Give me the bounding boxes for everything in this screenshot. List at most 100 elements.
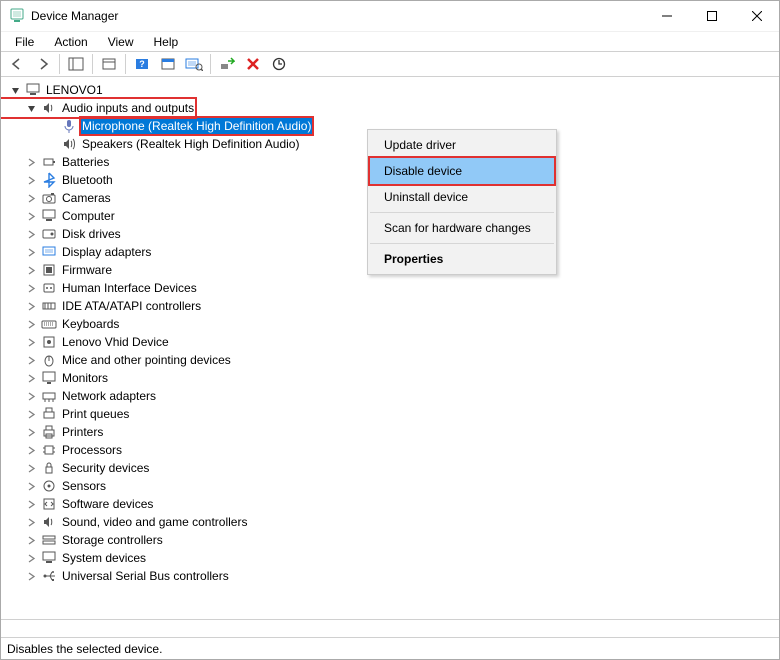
chevron-right-icon[interactable] xyxy=(25,498,37,510)
tree-item[interactable]: IDE ATA/ATAPI controllers xyxy=(1,297,779,315)
chevron-right-icon[interactable] xyxy=(25,408,37,420)
tree-item[interactable]: Print queues xyxy=(1,405,779,423)
tree-item[interactable]: Sensors xyxy=(1,477,779,495)
tree-item-label: Print queues xyxy=(61,406,130,422)
tree-root[interactable]: LENOVO1 xyxy=(1,81,779,99)
chevron-right-icon[interactable] xyxy=(25,480,37,492)
chevron-right-icon[interactable] xyxy=(25,174,37,186)
tree-item-label: Universal Serial Bus controllers xyxy=(61,568,230,584)
menu-action[interactable]: Action xyxy=(46,33,95,51)
chevron-right-icon[interactable] xyxy=(25,552,37,564)
tree-item[interactable]: Processors xyxy=(1,441,779,459)
svg-text:?: ? xyxy=(139,59,145,69)
properties-button[interactable] xyxy=(97,53,121,75)
tree-item-label: Display adapters xyxy=(61,244,152,260)
device-icon xyxy=(41,298,57,314)
chevron-right-icon[interactable] xyxy=(25,210,37,222)
statusbar: Disables the selected device. xyxy=(1,637,779,659)
chevron-right-icon[interactable] xyxy=(25,534,37,546)
menubar: File Action View Help xyxy=(1,31,779,51)
audio-icon xyxy=(41,100,57,116)
chevron-right-icon[interactable] xyxy=(25,462,37,474)
status-text: Disables the selected device. xyxy=(7,642,162,656)
tree-item[interactable]: Monitors xyxy=(1,369,779,387)
chevron-down-icon[interactable] xyxy=(25,102,37,114)
tree-item[interactable]: Storage controllers xyxy=(1,531,779,549)
titlebar: Device Manager xyxy=(1,1,779,31)
ctx-update-driver[interactable]: Update driver xyxy=(370,132,554,158)
tree-item-audio[interactable]: Audio inputs and outputs xyxy=(1,99,195,117)
show-hide-tree-button[interactable] xyxy=(64,53,88,75)
chevron-right-icon[interactable] xyxy=(25,426,37,438)
device-icon xyxy=(41,406,57,422)
microphone-icon xyxy=(61,118,77,134)
ctx-uninstall-device[interactable]: Uninstall device xyxy=(370,184,554,210)
tree-item-label: Monitors xyxy=(61,370,109,386)
back-button[interactable] xyxy=(5,53,29,75)
tree-item-label: Processors xyxy=(61,442,123,458)
chevron-right-icon[interactable] xyxy=(25,354,37,366)
chevron-right-icon[interactable] xyxy=(25,570,37,582)
device-icon xyxy=(41,496,57,512)
tree-item[interactable]: Lenovo Vhid Device xyxy=(1,333,779,351)
tree-item[interactable]: Sound, video and game controllers xyxy=(1,513,779,531)
chevron-right-icon[interactable] xyxy=(25,444,37,456)
window-title: Device Manager xyxy=(31,9,644,23)
tree-item-label: Network adapters xyxy=(61,388,157,404)
chevron-right-icon[interactable] xyxy=(25,228,37,240)
chevron-right-icon[interactable] xyxy=(25,156,37,168)
tree-item-label: Sensors xyxy=(61,478,107,494)
action-button[interactable] xyxy=(156,53,180,75)
update-driver-button[interactable] xyxy=(267,53,291,75)
help-button[interactable]: ? xyxy=(130,53,154,75)
device-icon xyxy=(41,352,57,368)
ctx-properties[interactable]: Properties xyxy=(370,246,554,272)
chevron-down-icon[interactable] xyxy=(9,84,21,96)
maximize-button[interactable] xyxy=(689,1,734,31)
scan-hardware-button[interactable] xyxy=(182,53,206,75)
tree-item[interactable]: Keyboards xyxy=(1,315,779,333)
tree-item[interactable]: Network adapters xyxy=(1,387,779,405)
forward-button[interactable] xyxy=(31,53,55,75)
tree-item-label: Mice and other pointing devices xyxy=(61,352,232,368)
menu-view[interactable]: View xyxy=(100,33,142,51)
close-button[interactable] xyxy=(734,1,779,31)
chevron-right-icon[interactable] xyxy=(25,282,37,294)
tree-item-speakers-label: Speakers (Realtek High Definition Audio) xyxy=(81,136,300,152)
expander-empty xyxy=(45,138,57,150)
minimize-button[interactable] xyxy=(644,1,689,31)
tree-item[interactable]: System devices xyxy=(1,549,779,567)
ctx-separator xyxy=(370,212,554,213)
menu-help[interactable]: Help xyxy=(146,33,187,51)
chevron-right-icon[interactable] xyxy=(25,336,37,348)
chevron-right-icon[interactable] xyxy=(25,318,37,330)
chevron-right-icon[interactable] xyxy=(25,246,37,258)
tree-item[interactable]: Human Interface Devices xyxy=(1,279,779,297)
app-icon xyxy=(9,8,25,24)
chevron-right-icon[interactable] xyxy=(25,516,37,528)
tree-item-label: Bluetooth xyxy=(61,172,114,188)
context-menu: Update driver Disable device Uninstall d… xyxy=(367,129,557,275)
device-icon xyxy=(41,460,57,476)
device-icon xyxy=(41,388,57,404)
chevron-right-icon[interactable] xyxy=(25,264,37,276)
menu-file[interactable]: File xyxy=(7,33,42,51)
device-icon xyxy=(41,190,57,206)
disable-device-button[interactable] xyxy=(241,53,265,75)
chevron-right-icon[interactable] xyxy=(25,300,37,312)
tree-item[interactable]: Universal Serial Bus controllers xyxy=(1,567,779,585)
enable-device-button[interactable] xyxy=(215,53,239,75)
device-icon xyxy=(41,550,57,566)
tree-item[interactable]: Security devices xyxy=(1,459,779,477)
chevron-right-icon[interactable] xyxy=(25,390,37,402)
ctx-disable-device[interactable]: Disable device xyxy=(370,158,554,184)
tree-item[interactable]: Mice and other pointing devices xyxy=(1,351,779,369)
tree-item[interactable]: Printers xyxy=(1,423,779,441)
chevron-right-icon[interactable] xyxy=(25,192,37,204)
toolbar: ? xyxy=(1,51,779,77)
chevron-right-icon[interactable] xyxy=(25,372,37,384)
ctx-separator xyxy=(370,243,554,244)
expander-empty xyxy=(45,120,57,132)
tree-item[interactable]: Software devices xyxy=(1,495,779,513)
ctx-scan-hardware[interactable]: Scan for hardware changes xyxy=(370,215,554,241)
